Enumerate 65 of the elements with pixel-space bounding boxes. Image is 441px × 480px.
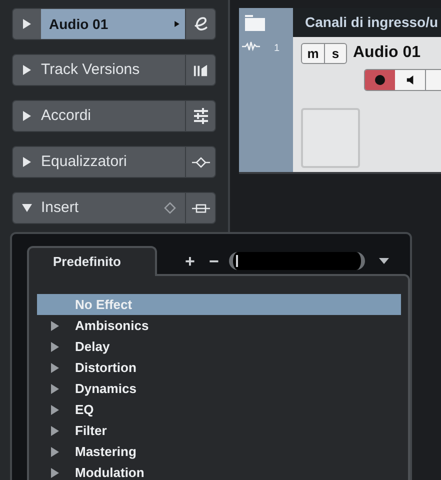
expand-icon xyxy=(50,342,60,352)
preset-item[interactable]: Distortion xyxy=(37,357,401,378)
preset-label: Dynamics xyxy=(75,380,136,398)
folder-icon xyxy=(245,14,265,30)
bars-icon xyxy=(193,62,208,78)
section-title: Track Versions xyxy=(41,60,140,80)
expand-icon xyxy=(50,384,60,394)
expand-icon xyxy=(50,446,60,456)
preset-label: Distortion xyxy=(75,358,136,377)
mute-button[interactable]: m xyxy=(302,44,324,62)
record-icon xyxy=(375,75,385,85)
sliders-icon xyxy=(192,108,208,124)
section-title: Equalizzatori xyxy=(41,152,127,172)
diamond-icon xyxy=(164,202,176,214)
track-name: Audio 01 xyxy=(353,43,421,63)
expand-icon xyxy=(22,111,32,121)
search-field[interactable] xyxy=(228,252,365,270)
section-title: Insert xyxy=(41,198,79,218)
preset-item[interactable]: Ambisonics xyxy=(37,315,401,336)
preset-label: Ambisonics xyxy=(75,316,149,335)
preset-item[interactable]: Mastering xyxy=(37,441,401,462)
preset-label: Filter xyxy=(75,422,107,440)
waveform-icon xyxy=(242,41,260,52)
section-title: Audio 01 xyxy=(48,14,108,34)
expand-icon xyxy=(50,426,60,436)
preset-item[interactable]: Delay xyxy=(37,336,401,357)
preset-item[interactable]: Filter xyxy=(37,420,401,441)
track-button[interactable] xyxy=(425,70,441,90)
expand-icon xyxy=(50,404,60,414)
preset-label: EQ xyxy=(75,400,94,419)
expand-icon xyxy=(50,362,60,372)
expand-icon xyxy=(22,19,32,29)
expand-icon xyxy=(50,468,60,478)
preset-label: Delay xyxy=(75,338,110,356)
preset-label: Mastering xyxy=(75,442,136,461)
preset-item[interactable]: Modulation xyxy=(37,462,401,480)
preset-label: No Effect xyxy=(75,296,132,314)
inspector-section[interactable]: Equalizzatori xyxy=(12,146,216,178)
preset-item[interactable]: Dynamics xyxy=(37,378,401,399)
speaker-icon xyxy=(406,75,414,85)
inspector-section[interactable]: Audio 01 xyxy=(12,8,216,40)
header-title: Canali di ingresso/u xyxy=(305,13,438,32)
arrow-icon xyxy=(174,20,180,28)
expand-icon xyxy=(22,65,32,75)
preset-label: Modulation xyxy=(75,464,144,480)
inspector-section[interactable]: Track Versions xyxy=(12,54,216,86)
insert-icon xyxy=(192,202,210,214)
e-logo-icon xyxy=(192,15,210,33)
diamond-line-icon xyxy=(192,156,210,168)
expand-icon xyxy=(50,320,60,330)
monitor-button[interactable] xyxy=(395,70,425,90)
dropdown-icon[interactable] xyxy=(378,258,389,264)
section-title: Accordi xyxy=(41,106,92,126)
record-button[interactable] xyxy=(365,70,395,90)
add-button[interactable]: + xyxy=(185,252,195,270)
inspector-section[interactable]: Accordi xyxy=(12,100,216,132)
inspector-section[interactable]: Insert xyxy=(12,192,216,224)
solo-button[interactable]: s xyxy=(324,44,346,62)
remove-button[interactable]: − xyxy=(208,252,219,270)
preset-item[interactable]: EQ xyxy=(37,399,401,420)
expand-icon xyxy=(22,157,32,167)
track-number: 1 xyxy=(274,42,280,56)
preset-tab[interactable]: Predefinito xyxy=(27,246,157,276)
thumbnail-frame xyxy=(301,108,360,168)
collapse-icon xyxy=(22,203,32,213)
